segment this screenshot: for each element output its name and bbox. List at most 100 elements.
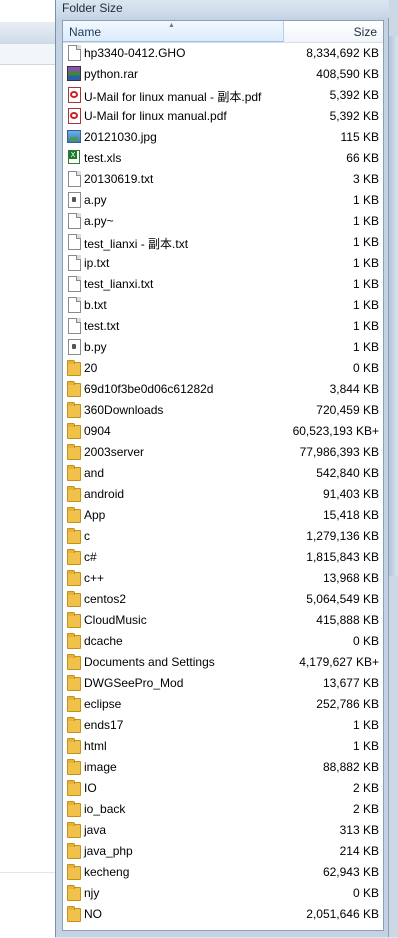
list-item[interactable]: b.txt 1 KB bbox=[63, 295, 383, 316]
column-header-name[interactable]: ▲ Name bbox=[63, 21, 284, 42]
background-toolbar bbox=[0, 22, 55, 45]
list-item[interactable]: and 542,840 KB bbox=[63, 463, 383, 484]
item-name: U-Mail for linux manual - 副本.pdf bbox=[84, 90, 262, 104]
list-item[interactable]: 69d10f3be0d06c61282d 3,844 KB bbox=[63, 379, 383, 400]
excel-icon-shape bbox=[68, 150, 80, 164]
list-item[interactable]: test_lianxi - 副本.txt 1 KB bbox=[63, 232, 383, 253]
item-size: 1,815,843 KB bbox=[306, 550, 379, 564]
list-item[interactable]: test.xls 66 KB bbox=[63, 148, 383, 169]
list-item[interactable]: test_lianxi.txt 1 KB bbox=[63, 274, 383, 295]
list-item[interactable]: a.py~ 1 KB bbox=[63, 211, 383, 232]
rar-archive-icon-shape bbox=[67, 66, 81, 81]
list-item[interactable]: io_back 2 KB bbox=[63, 799, 383, 820]
item-name: test_lianxi - 副本.txt bbox=[84, 237, 189, 251]
list-item[interactable]: python.rar 408,590 KB bbox=[63, 64, 383, 85]
list-item[interactable]: U-Mail for linux manual.pdf 5,392 KB bbox=[63, 106, 383, 127]
list-item[interactable]: App 15,418 KB bbox=[63, 505, 383, 526]
folder-icon-shape bbox=[67, 654, 81, 670]
list-item[interactable]: ip.txt 1 KB bbox=[63, 253, 383, 274]
item-size: 3 KB bbox=[352, 172, 379, 186]
list-item[interactable]: a.py 1 KB bbox=[63, 190, 383, 211]
item-name: io_back bbox=[84, 802, 126, 816]
list-item[interactable]: kecheng 62,943 KB bbox=[63, 862, 383, 883]
item-size: 60,523,193 KB+ bbox=[292, 424, 379, 438]
list-item[interactable]: hp3340-0412.GHO 8,334,692 KB bbox=[63, 43, 383, 64]
item-name: 0904 bbox=[84, 424, 111, 438]
list-item[interactable]: 20130619.txt 3 KB bbox=[63, 169, 383, 190]
file-icon-shape bbox=[68, 45, 81, 61]
list-item[interactable]: ends17 1 KB bbox=[63, 715, 383, 736]
list-item[interactable]: CloudMusic 415,888 KB bbox=[63, 610, 383, 631]
item-name: 20121030.jpg bbox=[84, 130, 157, 144]
item-size: 1 KB bbox=[352, 235, 379, 249]
folder-icon-shape bbox=[67, 738, 81, 754]
list-rows: hp3340-0412.GHO 8,334,692 KB python.rar 408… bbox=[63, 43, 383, 925]
folder-icon-shape bbox=[67, 507, 81, 523]
list-item[interactable]: eclipse 252,786 KB bbox=[63, 694, 383, 715]
sort-ascending-icon: ▲ bbox=[168, 22, 175, 29]
folder-icon-shape bbox=[67, 465, 81, 481]
list-item[interactable]: c 1,279,136 KB bbox=[63, 526, 383, 547]
folder-icon bbox=[67, 759, 83, 775]
folder-icon-shape bbox=[67, 549, 81, 565]
item-name: NO bbox=[84, 907, 102, 921]
item-name: hp3340-0412.GHO bbox=[84, 46, 186, 60]
list-item[interactable]: java_php 214 KB bbox=[63, 841, 383, 862]
folder-icon bbox=[67, 402, 83, 418]
folder-icon bbox=[67, 717, 83, 733]
column-header-size[interactable]: Size bbox=[285, 21, 383, 42]
item-size: 720,459 KB bbox=[316, 403, 379, 417]
file-list-view[interactable]: ▲ Name Size hp3340-0412.GHO 8,334,692 KB p… bbox=[62, 20, 384, 931]
item-name: CloudMusic bbox=[84, 613, 147, 627]
list-item[interactable]: html 1 KB bbox=[63, 736, 383, 757]
item-name: c++ bbox=[84, 571, 105, 585]
list-item[interactable]: NO 2,051,646 KB bbox=[63, 904, 383, 925]
list-item[interactable]: test.txt 1 KB bbox=[63, 316, 383, 337]
folder-icon bbox=[67, 675, 83, 691]
file-icon-shape bbox=[68, 276, 81, 292]
image-icon bbox=[67, 129, 83, 145]
item-size: 1 KB bbox=[352, 256, 379, 270]
list-item[interactable]: U-Mail for linux manual - 副本.pdf 5,392 KB bbox=[63, 85, 383, 106]
list-item[interactable]: java 313 KB bbox=[63, 820, 383, 841]
list-item[interactable]: dcache 0 KB bbox=[63, 631, 383, 652]
python-file-icon-shape bbox=[68, 192, 81, 208]
folder-icon-shape bbox=[67, 675, 81, 691]
item-name: test.xls bbox=[84, 151, 122, 165]
list-item[interactable]: 0904 60,523,193 KB+ bbox=[63, 421, 383, 442]
item-name: b.txt bbox=[84, 298, 107, 312]
folder-icon-shape bbox=[67, 381, 81, 397]
list-item[interactable]: b.py 1 KB bbox=[63, 337, 383, 358]
item-name: and bbox=[84, 466, 105, 480]
list-item[interactable]: 20 0 KB bbox=[63, 358, 383, 379]
list-item[interactable]: c# 1,815,843 KB bbox=[63, 547, 383, 568]
list-item[interactable]: 360Downloads 720,459 KB bbox=[63, 400, 383, 421]
title-bar[interactable]: Folder Size bbox=[56, 0, 389, 18]
list-item[interactable]: DWGSeePro_Mod 13,677 KB bbox=[63, 673, 383, 694]
list-item[interactable]: centos2 5,064,549 KB bbox=[63, 589, 383, 610]
background-panel bbox=[0, 872, 55, 938]
item-name: eclipse bbox=[84, 697, 122, 711]
folder-icon bbox=[67, 633, 83, 649]
folder-icon-shape bbox=[67, 885, 81, 901]
list-item[interactable]: 20121030.jpg 115 KB bbox=[63, 127, 383, 148]
item-name: 360Downloads bbox=[84, 403, 164, 417]
python-file-icon bbox=[67, 339, 83, 355]
folder-icon bbox=[67, 486, 83, 502]
list-item[interactable]: image 88,882 KB bbox=[63, 757, 383, 778]
folder-icon bbox=[67, 423, 83, 439]
item-size: 313 KB bbox=[339, 823, 379, 837]
list-item[interactable]: njy 0 KB bbox=[63, 883, 383, 904]
list-item[interactable]: IO 2 KB bbox=[63, 778, 383, 799]
background-edge bbox=[389, 36, 398, 576]
column-header-name-label: Name bbox=[69, 25, 102, 39]
item-name: 20130619.txt bbox=[84, 172, 154, 186]
item-name: test.txt bbox=[84, 319, 120, 333]
folder-icon bbox=[67, 570, 83, 586]
list-item[interactable]: 2003server 77,986,393 KB bbox=[63, 442, 383, 463]
item-name: a.py bbox=[84, 193, 107, 207]
list-item[interactable]: android 91,403 KB bbox=[63, 484, 383, 505]
folder-icon-shape bbox=[67, 528, 81, 544]
list-item[interactable]: Documents and Settings 4,179,627 KB+ bbox=[63, 652, 383, 673]
list-item[interactable]: c++ 13,968 KB bbox=[63, 568, 383, 589]
